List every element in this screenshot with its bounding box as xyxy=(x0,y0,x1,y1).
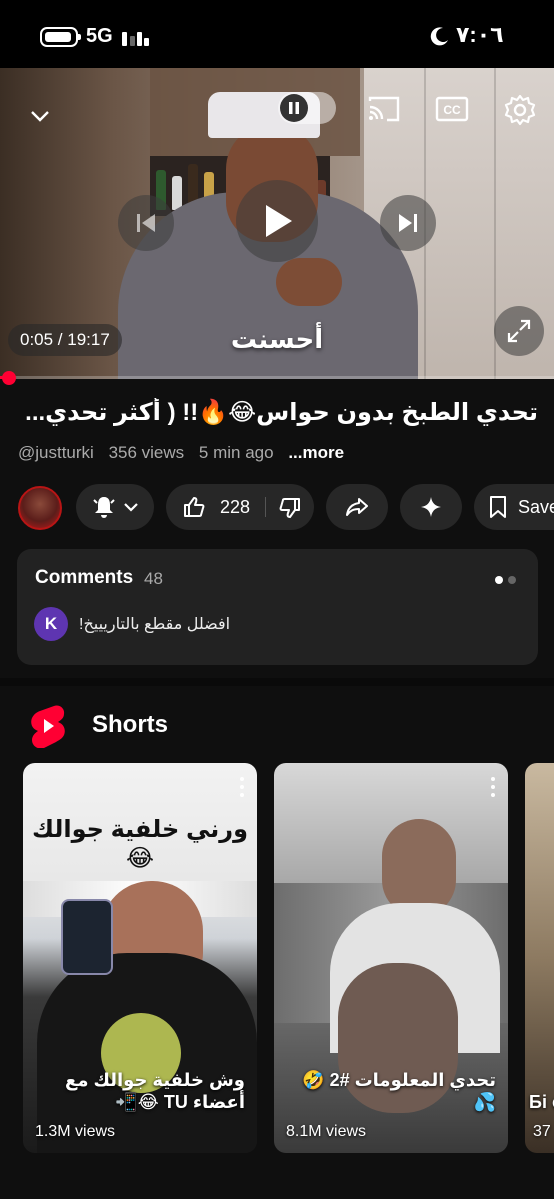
cast-icon xyxy=(368,96,400,122)
network-type: 5G xyxy=(86,25,113,47)
short-card[interactable]: ورني خلفية جوالك 😂 وش خلفية جوالك مع أعض… xyxy=(23,763,257,1153)
minimize-button[interactable] xyxy=(24,100,56,132)
subscribe-bell-button[interactable] xyxy=(76,484,154,530)
gear-icon xyxy=(504,94,536,126)
more-vert-icon[interactable] xyxy=(490,777,496,799)
action-bar: 228 Save xyxy=(18,484,554,530)
next-button[interactable] xyxy=(380,195,436,251)
comments-card[interactable]: Comments 48 K افضلل مقطع بالتاريييخ! xyxy=(17,549,538,665)
short-views: 37 xyxy=(533,1123,551,1140)
short-caption: Бі со xyxy=(529,1092,554,1112)
more-link[interactable]: ...more xyxy=(288,443,344,462)
like-button[interactable] xyxy=(182,495,206,524)
commenter-avatar: K xyxy=(34,607,68,641)
clock: ٧:٠٦ xyxy=(456,22,504,47)
thumbs-up-icon xyxy=(184,497,205,517)
shorts-title: Shorts xyxy=(92,711,169,738)
thumbnail-phone xyxy=(61,899,113,975)
closed-captions-icon: CC xyxy=(435,96,469,122)
like-count: 228 xyxy=(220,497,251,517)
upload-age: 5 min ago xyxy=(198,443,274,462)
cast-button[interactable] xyxy=(364,92,404,126)
comments-title: Comments xyxy=(35,567,134,588)
autoplay-toggle[interactable] xyxy=(278,92,336,124)
pause-icon xyxy=(280,94,308,122)
settings-button[interactable] xyxy=(500,90,540,130)
short-card[interactable]: Бі со 37 xyxy=(525,763,554,1153)
top-comment: افضلل مقطع بالتاريييخ! xyxy=(79,616,231,633)
carousel-dots xyxy=(490,571,516,589)
short-views: 8.1M views xyxy=(286,1123,367,1140)
chevron-down-icon xyxy=(124,503,138,512)
channel-avatar[interactable] xyxy=(18,486,62,530)
shorts-logo-icon xyxy=(31,705,65,748)
short-caption: وش خلفية جوالك مع أعضاء TU 😂📲 xyxy=(65,1070,245,1112)
battery-icon xyxy=(40,27,81,47)
status-bar: 5G ٧:٠٦ xyxy=(0,0,554,68)
save-label: Save xyxy=(518,496,554,517)
video-frame-hand xyxy=(276,258,342,306)
moon-icon xyxy=(430,27,448,46)
bookmark-icon xyxy=(490,496,506,518)
short-card[interactable]: تحدي المعلومات #2 🤣💦 8.1M views xyxy=(274,763,508,1153)
fullscreen-button[interactable] xyxy=(494,306,544,356)
timecode: 0:05 / 19:17 xyxy=(8,324,122,356)
signal-icon xyxy=(122,28,150,46)
like-dislike-group: 228 xyxy=(166,484,314,530)
short-top-caption: ورني خلفية جوالك 😂 xyxy=(31,816,248,872)
progress-bar[interactable] xyxy=(0,376,554,379)
dislike-button[interactable] xyxy=(278,496,302,525)
play-button[interactable] xyxy=(236,180,318,262)
previous-button[interactable] xyxy=(118,195,174,251)
skip-previous-icon xyxy=(137,214,155,232)
chevron-down-icon xyxy=(31,111,49,122)
svg-text:CC: CC xyxy=(443,103,461,117)
fullscreen-icon xyxy=(507,319,531,343)
video-meta: @justturki 356 views 5 min ago ...more xyxy=(18,443,354,463)
thumbs-down-icon xyxy=(279,498,300,518)
progress-scrubber[interactable] xyxy=(2,371,16,385)
short-views: 1.3M views xyxy=(35,1123,116,1140)
captions-button[interactable]: CC xyxy=(434,92,470,126)
save-button[interactable]: Save xyxy=(474,484,554,530)
like-divider xyxy=(265,497,266,517)
skip-next-icon xyxy=(399,214,417,232)
short-caption: تحدي المعلومات #2 🤣💦 xyxy=(302,1070,496,1112)
video-player[interactable]: CC أحسنت 0:05 / 19:17 xyxy=(0,68,554,379)
channel-handle[interactable]: @justturki xyxy=(18,443,94,462)
view-count: 356 views xyxy=(108,443,185,462)
section-divider xyxy=(0,678,554,686)
bell-icon xyxy=(93,497,115,518)
more-vert-icon[interactable] xyxy=(239,777,245,799)
comments-count: 48 xyxy=(144,569,163,588)
ask-ai-button[interactable] xyxy=(400,484,462,530)
share-icon xyxy=(346,498,368,516)
sparkle-icon xyxy=(421,497,441,517)
share-button[interactable] xyxy=(326,484,388,530)
video-title[interactable]: تحدي الطبخ بدون حواس😂🔥!! ( أكثر تحدي... xyxy=(18,398,538,427)
play-icon xyxy=(266,205,292,237)
